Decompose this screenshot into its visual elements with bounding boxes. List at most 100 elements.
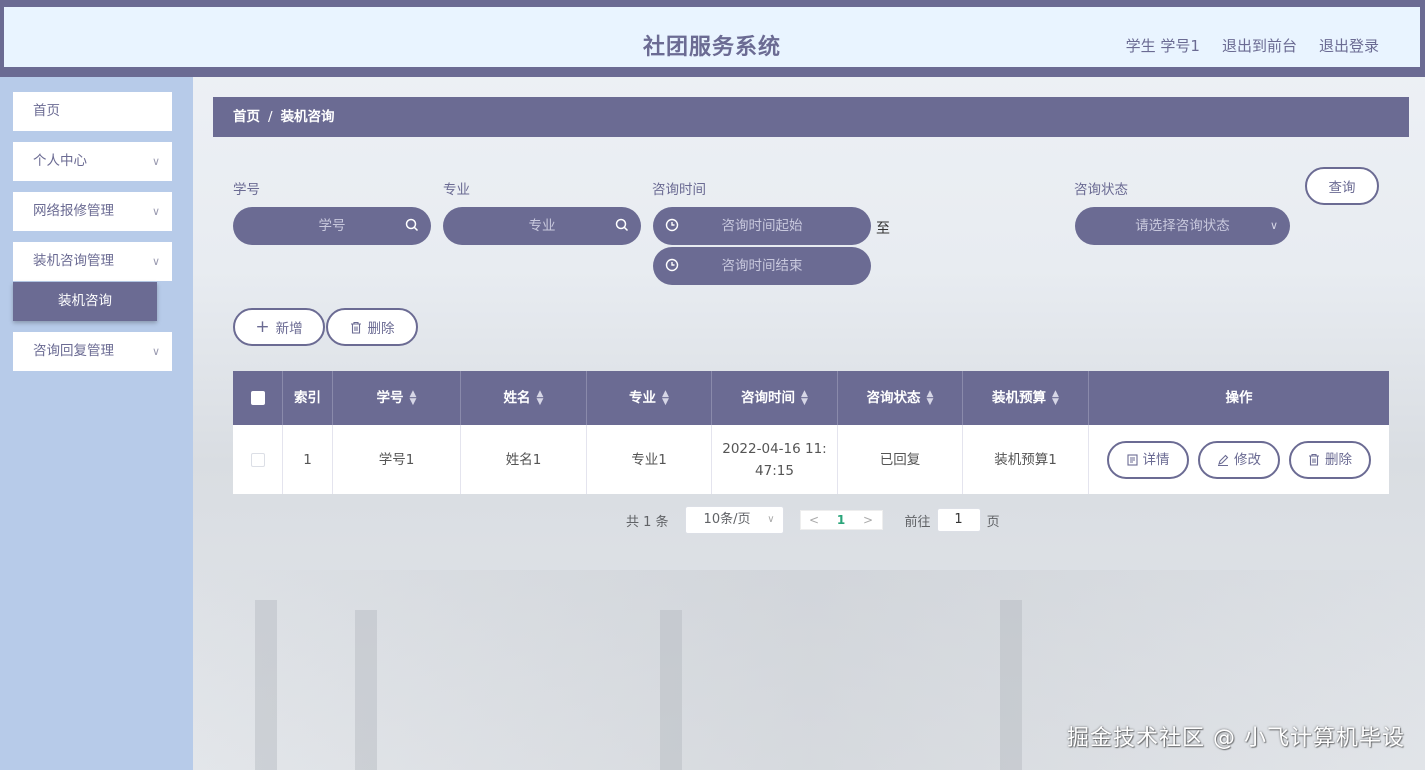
student-no-placeholder: 学号 [318, 218, 346, 234]
consult-time-start-input[interactable]: 咨询时间起始 [653, 207, 871, 245]
consult-status-placeholder: 请选择咨询状态 [1135, 218, 1230, 234]
add-button-label: 新增 [275, 321, 303, 337]
header-consult-status[interactable]: 咨询状态 ▲ ▼ [838, 371, 963, 425]
header-label: 姓名 [503, 390, 531, 406]
header-major[interactable]: 专业 ▲ ▼ [587, 371, 712, 425]
consult-status-label: 咨询状态 [1074, 182, 1128, 198]
checkbox[interactable] [250, 452, 265, 467]
cell-consult-time: 2022-04-16 11: 47:15 [712, 425, 838, 494]
query-button[interactable]: 查询 [1305, 167, 1379, 205]
chevron-down-icon: ∨ [1269, 219, 1278, 232]
row-select[interactable] [233, 425, 283, 494]
background-post [255, 600, 277, 770]
sort-icon[interactable]: ▲ ▼ [537, 390, 544, 407]
page-number[interactable]: 1 [828, 513, 855, 527]
sidebar-item-label: 个人中心 [33, 153, 87, 169]
delete-button-label: 删除 [1325, 451, 1352, 468]
prev-page-icon[interactable]: < [801, 513, 828, 527]
delete-button[interactable]: 删除 [1289, 440, 1371, 479]
sidebar-item-label: 首页 [33, 103, 60, 119]
sort-icon[interactable]: ▲ ▼ [801, 390, 808, 407]
header-student-no[interactable]: 学号 ▲ ▼ [333, 371, 461, 425]
background-post [355, 610, 377, 770]
clock-icon [665, 258, 679, 272]
current-user-label: 学生 学号1 [1125, 37, 1200, 55]
exit-to-front-link[interactable]: 退出到前台 [1222, 35, 1297, 56]
pagination: 共 1 条 10条/页 ∨ < 1 > 前往 1 页 [626, 506, 1000, 534]
major-label: 专业 [443, 182, 470, 198]
chevron-down-icon: ∨ [151, 345, 160, 358]
clock-icon [665, 218, 679, 232]
student-no-label: 学号 [233, 182, 260, 198]
sidebar-item-label: 网络报修管理 [33, 203, 114, 219]
consult-time-end-placeholder: 咨询时间结束 [721, 258, 803, 274]
sidebar-item-consult-reply[interactable]: 咨询回复管理 ∨ [13, 332, 172, 371]
header-label: 咨询时间 [741, 390, 796, 406]
sidebar: 首页 个人中心 ∨ 网络报修管理 ∨ 装机咨询管理 ∨ 装机咨询 咨询回复管理 … [0, 77, 193, 770]
student-no-input[interactable]: 学号 [233, 207, 431, 245]
data-table: 索引 学号 ▲ ▼ 姓名 ▲ ▼ 专业 ▲ ▼ 咨询时间 ▲ ▼ 咨询状态 ▲ ▼ 装机预算 ▲ ▼ 操… [233, 371, 1389, 494]
chevron-down-icon: ∨ [151, 255, 160, 268]
chevron-down-icon: ∨ [767, 514, 775, 525]
search-icon [615, 218, 629, 232]
table-header: 索引 学号 ▲ ▼ 姓名 ▲ ▼ 专业 ▲ ▼ 咨询时间 ▲ ▼ 咨询状态 ▲ ▼ 装机预算 ▲ ▼ 操… [233, 371, 1389, 425]
sidebar-item-install-consult[interactable]: 装机咨询管理 ∨ [13, 242, 172, 281]
edit-button-label: 修改 [1234, 451, 1261, 468]
header-bar: 社团服务系统 学生 学号1 退出到前台 退出登录 [4, 7, 1420, 67]
breadcrumb-separator: / [268, 109, 273, 125]
sidebar-item-personal-center[interactable]: 个人中心 ∨ [13, 142, 172, 181]
detail-button[interactable]: 详情 [1107, 440, 1189, 479]
sort-icon[interactable]: ▲ ▼ [927, 390, 934, 407]
background-post [660, 610, 682, 770]
logout-link[interactable]: 退出登录 [1319, 35, 1379, 56]
page-jumper: 前往 1 页 [905, 508, 1000, 532]
header-name[interactable]: 姓名 ▲ ▼ [461, 371, 587, 425]
cell-student-no: 学号1 [333, 425, 461, 494]
sidebar-subitem-install-consult[interactable]: 装机咨询 [13, 282, 157, 321]
table-row: 1 学号1 姓名1 专业1 2022-04-16 11: 47:15 已回复 装… [233, 425, 1389, 494]
edit-button[interactable]: 修改 [1198, 440, 1280, 479]
header-index: 索引 [283, 371, 333, 425]
header-budget[interactable]: 装机预算 ▲ ▼ [963, 371, 1089, 425]
major-input[interactable]: 专业 [443, 207, 641, 245]
goto-page-input[interactable]: 1 [936, 508, 981, 532]
next-page-icon[interactable]: > [855, 513, 882, 527]
chevron-down-icon: ∨ [151, 155, 160, 168]
breadcrumb-current: 装机咨询 [280, 109, 335, 125]
header-select-all[interactable] [233, 371, 283, 425]
header-label: 学号 [376, 390, 404, 406]
page-size-select[interactable]: 10条/页 ∨ [684, 506, 784, 534]
breadcrumb-home[interactable]: 首页 [233, 109, 260, 125]
batch-delete-label: 删除 [367, 321, 395, 337]
checkbox[interactable] [250, 391, 265, 405]
background-post [1000, 600, 1022, 770]
header-label: 索引 [294, 390, 321, 406]
header-label: 装机预算 [992, 390, 1047, 406]
trash-icon [350, 321, 361, 334]
search-icon [405, 218, 419, 232]
trash-icon [1309, 453, 1319, 466]
page-nav: < 1 > [799, 510, 883, 530]
cell-consult-status: 已回复 [838, 425, 963, 494]
header-consult-time[interactable]: 咨询时间 ▲ ▼ [712, 371, 838, 425]
batch-delete-button[interactable]: 删除 [326, 308, 418, 346]
cell-consult-time-line1: 2022-04-16 11: [722, 440, 827, 457]
add-button[interactable]: + 新增 [233, 308, 325, 346]
sidebar-item-label: 咨询回复管理 [33, 343, 114, 359]
sort-icon[interactable]: ▲ ▼ [410, 390, 417, 407]
sort-icon[interactable]: ▲ ▼ [662, 390, 669, 407]
detail-button-label: 详情 [1142, 451, 1170, 468]
sidebar-item-home[interactable]: 首页 [13, 92, 172, 131]
page-unit-label: 页 [986, 514, 1000, 530]
consult-time-label: 咨询时间 [652, 182, 706, 198]
sidebar-item-label: 装机咨询管理 [33, 253, 114, 269]
consult-time-end-input[interactable]: 咨询时间结束 [653, 247, 871, 285]
header-actions: 操作 [1089, 371, 1389, 425]
consult-status-select[interactable]: 请选择咨询状态 ∨ [1075, 207, 1290, 245]
sidebar-item-network-repair[interactable]: 网络报修管理 ∨ [13, 192, 172, 231]
cell-major: 专业1 [587, 425, 712, 494]
cell-actions: 详情 修改 删除 [1089, 425, 1389, 494]
sort-icon[interactable]: ▲ ▼ [1052, 390, 1059, 407]
header-label: 专业 [629, 390, 657, 406]
page-size-value: 10条/页 [703, 512, 751, 527]
